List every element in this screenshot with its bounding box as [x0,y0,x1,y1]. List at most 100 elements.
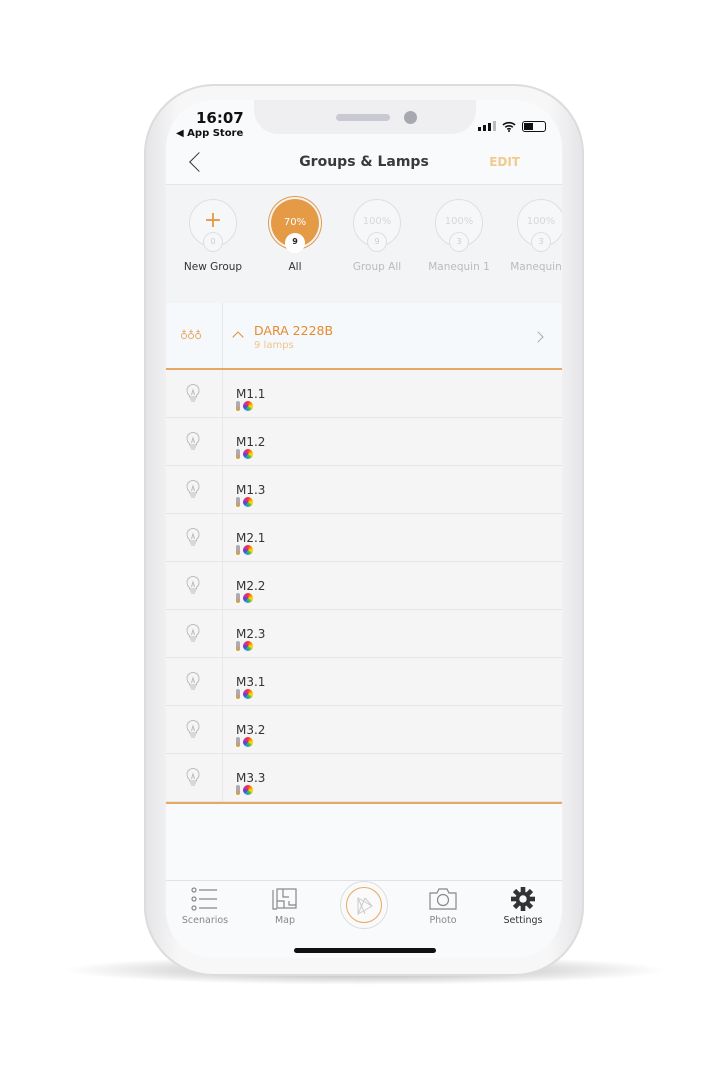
tab-scenarios[interactable]: Scenarios [170,887,240,927]
divider [222,706,223,753]
color-wheel-icon [243,593,253,603]
divider [222,658,223,705]
lamp-name: M2.1 [236,531,266,545]
group-label: All [288,261,302,273]
lamp-name: M1.1 [236,387,266,401]
map-icon [272,888,297,910]
track-light-icon: ♁♁♁ [180,329,202,342]
lamp-row[interactable]: M1.1 [166,370,562,418]
group-level: 70% [283,217,307,228]
thermometer-icon [236,545,240,555]
tab-photo[interactable]: Photo [408,887,478,927]
divider [222,370,223,417]
lightbulb-icon [186,720,200,738]
group-count-badge: 3 [449,232,469,252]
group-count-badge: 9 [367,232,387,252]
lamp-row[interactable]: M2.1 [166,514,562,562]
divider [222,418,223,465]
app-screen: 16:07 ◀ App Store Groups & Lamps EDIT +0… [166,100,562,958]
group-level-circle: 100% 3 [517,199,562,252]
group-level: 100% [444,216,474,227]
thermometer-icon [236,449,240,459]
divider [222,514,223,561]
color-wheel-icon [243,689,253,699]
color-wheel-icon [243,497,253,507]
add-group-icon: +0 [189,199,237,252]
gear-icon [511,887,535,911]
group-level: 100% [362,216,392,227]
lamp-row[interactable]: M3.3 [166,754,562,802]
lightbulb-icon [186,528,200,546]
chevron-right-icon[interactable] [532,331,544,343]
lightbulb-icon [186,432,200,450]
tab-map[interactable]: Map [250,887,320,927]
group-count-badge: 0 [203,232,223,252]
group-count-badge: 3 [531,232,551,252]
lamp-name: M2.2 [236,579,266,593]
network-icon [357,897,374,915]
back-to-app-store[interactable]: ◀ App Store [176,128,243,140]
thermometer-icon [236,737,240,747]
lamp-row[interactable]: M3.2 [166,706,562,754]
wifi-icon [502,121,516,132]
group-label: Group All [352,261,402,273]
lightbulb-icon [186,576,200,594]
group-group-all[interactable]: 100% 9 Group All [336,199,418,289]
lamp-capabilities [236,497,253,507]
lamp-capabilities [236,641,253,651]
status-icons [478,120,546,132]
divider [222,466,223,513]
fixture-row[interactable]: ♁♁♁ DARA 2228B 9 lamps [166,303,562,370]
group-label: Manequin 2 [510,261,562,273]
lamp-capabilities [236,593,253,603]
lamp-row[interactable]: M3.1 [166,658,562,706]
collapse-caret-icon[interactable] [232,331,244,343]
lamp-row[interactable]: M2.2 [166,562,562,610]
lamp-row[interactable]: M2.3 [166,610,562,658]
group-manequin-1[interactable]: 100% 3 Manequin 1 [418,199,500,289]
group-level-circle: 70% 9 [271,199,319,253]
lamp-name: M3.3 [236,771,266,785]
group-manequin-2[interactable]: 100% 3 Manequin 2 [500,199,562,289]
lightbulb-icon [186,768,200,786]
color-wheel-icon [243,545,253,555]
divider [222,754,223,801]
tab-label: Scenarios [181,915,229,926]
tab-label: Settings [503,915,543,926]
group-level: + [203,208,223,233]
tab-settings[interactable]: Settings [488,887,558,927]
lamp-name: M3.2 [236,723,266,737]
lamp-name: M3.1 [236,675,266,689]
color-wheel-icon [243,449,253,459]
list-icon [191,887,217,911]
color-wheel-icon [243,401,253,411]
thermometer-icon [236,641,240,651]
group-label: Manequin 1 [428,261,490,273]
camera [404,111,417,124]
edit-button[interactable]: EDIT [489,155,520,170]
battery-icon [522,120,546,132]
thermometer-icon [236,689,240,699]
divider [222,610,223,657]
fixture-name: DARA 2228B [254,323,334,338]
lamp-capabilities [236,401,253,411]
home-indicator[interactable] [294,948,436,953]
lamp-capabilities [236,449,253,459]
thermometer-icon [236,593,240,603]
group-label: New Group [183,261,243,273]
lamp-row[interactable]: M1.3 [166,466,562,514]
camera-icon [429,888,457,910]
group-all[interactable]: 70% 9 All [254,199,336,289]
tab-bar: Scenarios Map Photo Settings [166,880,562,958]
lamp-name: M1.3 [236,483,266,497]
color-wheel-icon [243,737,253,747]
center-network-button[interactable] [340,881,388,929]
lamp-row[interactable]: M1.2 [166,418,562,466]
thermometer-icon [236,497,240,507]
tab-label: Map [274,915,296,926]
group-level: 100% [526,216,556,227]
notch [254,100,476,134]
thermometer-icon [236,785,240,795]
groups-carousel[interactable]: +0 New Group 70% 9 All 100% 9 Group All 100% 3 Man… [166,185,562,303]
group-new-group[interactable]: +0 New Group [172,199,254,289]
